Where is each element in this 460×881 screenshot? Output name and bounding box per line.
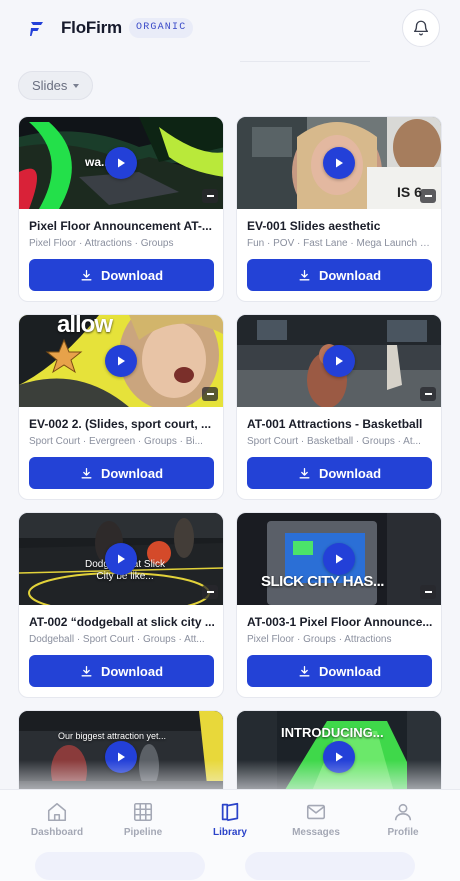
download-icon [81, 665, 92, 676]
download-button[interactable]: Download [247, 655, 432, 687]
download-label: Download [318, 465, 382, 481]
thumbnail-overlay-text: Our biggest attraction yet... [58, 731, 167, 741]
download-icon [299, 665, 310, 676]
mail-icon [306, 804, 326, 820]
tab-messages[interactable]: Messages [276, 801, 356, 838]
user-icon [394, 803, 412, 821]
download-label: Download [100, 267, 164, 283]
minimize-icon[interactable] [202, 585, 218, 599]
minimize-icon[interactable] [420, 387, 436, 401]
play-icon [336, 554, 343, 564]
header-divider [240, 61, 370, 62]
download-label: Download [100, 663, 164, 679]
flofirm-logo-icon [30, 22, 43, 36]
download-button[interactable]: Download [29, 259, 214, 291]
play-button[interactable] [105, 147, 137, 179]
video-title: Pixel Floor Announcement AT-... [29, 219, 212, 233]
video-tags: Fun · POV · Fast Lane · Mega Launch · ..… [247, 238, 433, 249]
download-button[interactable]: Download [29, 457, 214, 489]
download-label: Download [318, 267, 382, 283]
video-tags: Pixel Floor · Attractions · Groups [29, 238, 174, 249]
brand-name: FloFirm [61, 18, 122, 37]
video-title: AT-001 Attractions - Basketball [247, 417, 423, 431]
video-title: EV-001 Slides aesthetic [247, 219, 381, 233]
video-tags: Sport Court · Evergreen · Groups · Bi... [29, 436, 203, 447]
download-button[interactable]: Download [247, 457, 432, 489]
play-button[interactable] [323, 345, 355, 377]
minimize-icon[interactable] [202, 189, 218, 203]
decorative-blur [245, 852, 415, 880]
home-icon [47, 802, 67, 822]
tab-pipeline[interactable]: Pipeline [103, 801, 183, 838]
filter-label: Slides [32, 78, 68, 93]
decorative-blur [35, 852, 205, 880]
play-icon [118, 554, 125, 564]
video-card[interactable]: wa...it... Pixel Floor Announcement AT-.… [18, 116, 224, 302]
tab-label: Dashboard [30, 827, 84, 838]
download-icon [81, 269, 92, 280]
thumbnail-overlay-text: INTRODUCING... [281, 725, 384, 740]
video-tags: Sport Court · Basketball · Groups · At..… [247, 436, 421, 447]
download-icon [299, 467, 310, 478]
download-button[interactable]: Download [29, 655, 214, 687]
video-card[interactable]: SLICK CITY HAS... AT-003-1 Pixel Floor A… [236, 512, 442, 698]
video-thumbnail[interactable]: Dodgeball at Slick City be like... [19, 513, 223, 605]
video-card[interactable]: allow EV-002 2. (Slides, sport court, ..… [18, 314, 224, 500]
play-button[interactable] [105, 345, 137, 377]
tab-dashboard[interactable]: Dashboard [17, 801, 97, 838]
thumbnail-overlay-text: allow [57, 315, 113, 338]
chevron-down-icon [73, 83, 80, 88]
tab-label: Library [213, 827, 247, 838]
organic-badge: ORGANIC [129, 18, 194, 38]
play-button[interactable] [105, 543, 137, 575]
video-card[interactable]: Dodgeball at Slick City be like... AT-00… [18, 512, 224, 698]
play-icon [118, 158, 125, 168]
minimize-icon[interactable] [420, 585, 436, 599]
video-title: EV-002 2. (Slides, sport court, ... [29, 417, 212, 431]
play-icon [336, 356, 343, 366]
video-tags: Dodgeball · Sport Court · Groups · Att..… [29, 634, 205, 645]
scroll-fade [0, 760, 460, 790]
bell-icon [413, 20, 429, 36]
video-title: AT-003-1 Pixel Floor Announce... [247, 615, 433, 629]
tab-library[interactable]: Library [190, 801, 270, 838]
tab-profile[interactable]: Profile [363, 801, 443, 838]
video-title: AT-002 “dodgeball at slick city ... [29, 615, 215, 629]
app-header: FloFirm ORGANIC [0, 0, 460, 60]
video-card[interactable]: IS 6 EV-001 Slides aesthetic Fun · POV ·… [236, 116, 442, 302]
library-icon [221, 802, 239, 822]
download-label: Download [318, 663, 382, 679]
notifications-button[interactable] [402, 9, 440, 47]
video-thumbnail[interactable]: IS 6 [237, 117, 441, 209]
grid-icon [133, 802, 153, 822]
download-label: Download [100, 465, 164, 481]
download-icon [299, 269, 310, 280]
tab-label: Messages [292, 827, 340, 838]
video-card[interactable]: AT-001 Attractions - Basketball Sport Co… [236, 314, 442, 500]
play-button[interactable] [323, 543, 355, 575]
minimize-icon[interactable] [420, 189, 436, 203]
video-tags: Pixel Floor · Groups · Attractions [247, 634, 392, 645]
video-thumbnail[interactable]: allow [19, 315, 223, 407]
tab-label: Pipeline [123, 827, 163, 838]
thumbnail-overlay-text: SLICK CITY HAS... [261, 573, 384, 590]
tab-label: Profile [387, 827, 419, 838]
video-thumbnail[interactable] [237, 315, 441, 407]
category-filter-dropdown[interactable]: Slides [18, 71, 94, 100]
download-button[interactable]: Download [247, 259, 432, 291]
svg-text:IS 6: IS 6 [397, 184, 422, 200]
minimize-icon[interactable] [202, 387, 218, 401]
play-icon [336, 158, 343, 168]
play-icon [118, 356, 125, 366]
video-thumbnail[interactable]: SLICK CITY HAS... [237, 513, 441, 605]
download-icon [81, 467, 92, 478]
play-button[interactable] [323, 147, 355, 179]
video-thumbnail[interactable]: wa...it... [19, 117, 223, 209]
